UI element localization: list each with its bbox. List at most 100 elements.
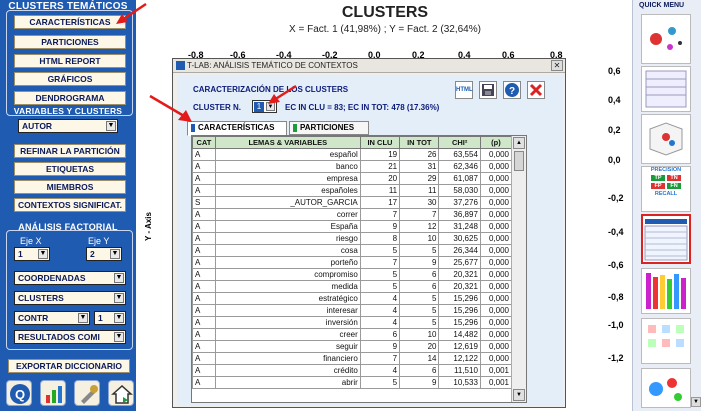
col-p[interactable]: (p) xyxy=(479,136,513,149)
variables-select-value: AUTOR xyxy=(22,121,53,131)
thumb-scatter[interactable] xyxy=(641,14,691,64)
cell-in-tot: 29 xyxy=(399,172,440,185)
y-tick-label: 0,6 xyxy=(608,66,621,76)
table-row[interactable]: Acorrer 7 7 36,897 0,000 xyxy=(192,208,513,221)
variables-select[interactable]: AUTOR ▼ xyxy=(18,119,118,133)
html-export-icon[interactable]: HTML xyxy=(455,81,473,99)
table-row[interactable]: Amedida 5 6 20,321 0,000 xyxy=(192,280,513,293)
scroll-down-icon[interactable]: ▼ xyxy=(513,389,525,401)
tlab-window: CLUSTERS TEMÁTICOS CARACTERÍSTICAS PARTI… xyxy=(0,0,701,411)
col-chi[interactable]: CHI² xyxy=(438,136,481,149)
table-row[interactable]: Ariesgo 8 10 30,625 0,000 xyxy=(192,232,513,245)
refinar-particion-button[interactable]: REFINAR LA PARTICIÓN xyxy=(14,144,126,158)
cell-cat: A xyxy=(192,376,216,389)
cell-cat: A xyxy=(192,268,216,281)
col-cat[interactable]: CAT xyxy=(192,136,216,149)
exportar-diccionario-button[interactable]: EXPORTAR DICCIONARIO xyxy=(8,359,130,373)
table-row[interactable]: Acreer 6 10 14,482 0,000 xyxy=(192,328,513,341)
graficos-button[interactable]: GRÁFICOS xyxy=(14,72,126,86)
thumb-3d[interactable] xyxy=(641,114,691,164)
table-row[interactable]: Aespañol 19 26 63,554 0,000 xyxy=(192,148,513,161)
thumb-grid[interactable] xyxy=(641,318,691,364)
cell-p: 0,000 xyxy=(479,244,513,257)
left-panel: CLUSTERS TEMÁTICOS CARACTERÍSTICAS PARTI… xyxy=(0,0,136,411)
table-header-row: CAT LEMAS & VARIABLES IN CLU IN TOT CHI²… xyxy=(192,136,513,149)
table-row[interactable]: Aabrir 5 9 10,533 0,001 xyxy=(192,376,513,389)
table-row[interactable]: Aempresa 20 29 61,087 0,000 xyxy=(192,172,513,185)
col-lemas[interactable]: LEMAS & VARIABLES xyxy=(214,136,361,149)
particiones-button[interactable]: PARTICIONES xyxy=(14,35,126,49)
contr-number-select[interactable]: 1 ▼ xyxy=(94,311,126,325)
scroll-up-icon[interactable]: ▲ xyxy=(513,137,525,149)
table-row[interactable]: Aseguir 9 20 12,619 0,000 xyxy=(192,340,513,353)
cell-chi: 61,087 xyxy=(438,172,481,185)
thumb-precision[interactable]: PRECISION TP TN FP FN RECALL xyxy=(641,166,691,212)
dendrograma-button[interactable]: DENDROGRAMA xyxy=(14,91,126,105)
table-row[interactable]: Acosa 5 5 26,344 0,000 xyxy=(192,244,513,257)
close-x-icon[interactable] xyxy=(527,81,545,99)
thumb-bubbles[interactable] xyxy=(641,368,691,408)
eje-x-select[interactable]: 1 ▼ xyxy=(14,247,50,261)
stats-icon[interactable] xyxy=(40,380,66,406)
miembros-button[interactable]: MIEMBROS xyxy=(14,180,126,194)
dialog-title: T-LAB: ANÁLISIS TEMÁTICO DE CONTEXTOS xyxy=(187,61,358,70)
resultados-select[interactable]: RESULTADOS COMI ▼ xyxy=(14,330,126,344)
table-row[interactable]: Aespañoles 11 11 58,030 0,000 xyxy=(192,184,513,197)
cell-lema: cosa xyxy=(214,244,361,257)
table-row[interactable]: S _AUTOR_GARCIA 17 30 37,276 0,000 xyxy=(192,196,513,209)
scroll-thumb[interactable] xyxy=(514,151,524,171)
tools-icon[interactable] xyxy=(74,380,100,406)
table-row[interactable]: Ainversión 4 5 15,296 0,000 xyxy=(192,316,513,329)
thumb-table[interactable] xyxy=(641,66,691,112)
cell-p: 0,000 xyxy=(479,304,513,317)
tab-caracteristicas[interactable]: CARACTERÍSTICAS xyxy=(187,121,287,136)
help-circle-icon[interactable]: ? xyxy=(503,81,521,99)
cell-chi: 58,030 xyxy=(438,184,481,197)
table-row[interactable]: Abanco 21 31 62,346 0,000 xyxy=(192,160,513,173)
home-icon[interactable] xyxy=(108,380,134,406)
etiquetas-button[interactable]: ETIQUETAS xyxy=(14,162,126,176)
table-row[interactable]: Acompromiso 5 6 20,321 0,000 xyxy=(192,268,513,281)
close-icon[interactable]: ✕ xyxy=(551,60,563,71)
characteristics-table[interactable]: CAT LEMAS & VARIABLES IN CLU IN TOT CHI²… xyxy=(191,135,527,403)
recall-label: RECALL xyxy=(654,191,678,197)
tematic-analysis-dialog: T-LAB: ANÁLISIS TEMÁTICO DE CONTEXTOS ✕ … xyxy=(172,58,566,408)
table-row[interactable]: Aporteño 7 9 25,677 0,000 xyxy=(192,256,513,269)
cell-in-tot: 30 xyxy=(399,196,440,209)
tab-particiones[interactable]: PARTICIONES xyxy=(289,121,369,135)
col-in-tot[interactable]: IN TOT xyxy=(399,136,440,149)
contextos-significat-button[interactable]: CONTEXTOS SIGNIFICAT. xyxy=(14,198,126,212)
thumb-characteristics-selected[interactable] xyxy=(641,214,691,264)
scroll-down-icon[interactable]: ▼ xyxy=(691,397,701,407)
table-row[interactable]: A España 9 12 31,248 0,000 xyxy=(192,220,513,233)
y-tick-label: -0,8 xyxy=(608,292,624,302)
cell-chi: 25,677 xyxy=(438,256,481,269)
col-in-clu[interactable]: IN CLU xyxy=(359,136,401,149)
table-row[interactable]: Afinanciero 7 14 12,122 0,000 xyxy=(192,352,513,365)
table-row[interactable]: Aestratégico 4 5 15,296 0,000 xyxy=(192,292,513,305)
table-row[interactable]: Acrédito 4 6 11,510 0,001 xyxy=(192,364,513,377)
table-row[interactable]: Ainteresar 4 5 15,296 0,000 xyxy=(192,304,513,317)
cell-lema: interesar xyxy=(214,304,361,317)
contr-select[interactable]: CONTR ▼ xyxy=(14,311,90,325)
table-scrollbar[interactable]: ▲ ▼ xyxy=(511,136,526,402)
y-tick-label: -0,4 xyxy=(608,227,624,237)
cell-in-tot: 6 xyxy=(399,280,440,293)
coordenadas-select[interactable]: COORDENADAS ▼ xyxy=(14,271,126,285)
eje-y-select[interactable]: 2 ▼ xyxy=(86,247,122,261)
html-report-button[interactable]: HTML REPORT xyxy=(14,54,126,68)
clusters-select[interactable]: CLUSTERS ▼ xyxy=(14,291,126,305)
cell-p: 0,000 xyxy=(479,328,513,341)
help-icon[interactable]: Q xyxy=(6,380,32,406)
cell-p: 0,000 xyxy=(479,316,513,329)
cell-chi: 14,482 xyxy=(438,328,481,341)
cell-cat: A xyxy=(192,304,216,317)
save-icon[interactable] xyxy=(479,81,497,99)
thumb-stacked-bars[interactable] xyxy=(641,268,691,314)
cell-p: 0,000 xyxy=(479,208,513,221)
annotation-arrow-3 xyxy=(149,94,192,122)
cell-p: 0,001 xyxy=(479,376,513,389)
cell-p: 0,000 xyxy=(479,352,513,365)
cell-cat: A xyxy=(192,292,216,305)
tab-marker-icon xyxy=(293,124,297,132)
